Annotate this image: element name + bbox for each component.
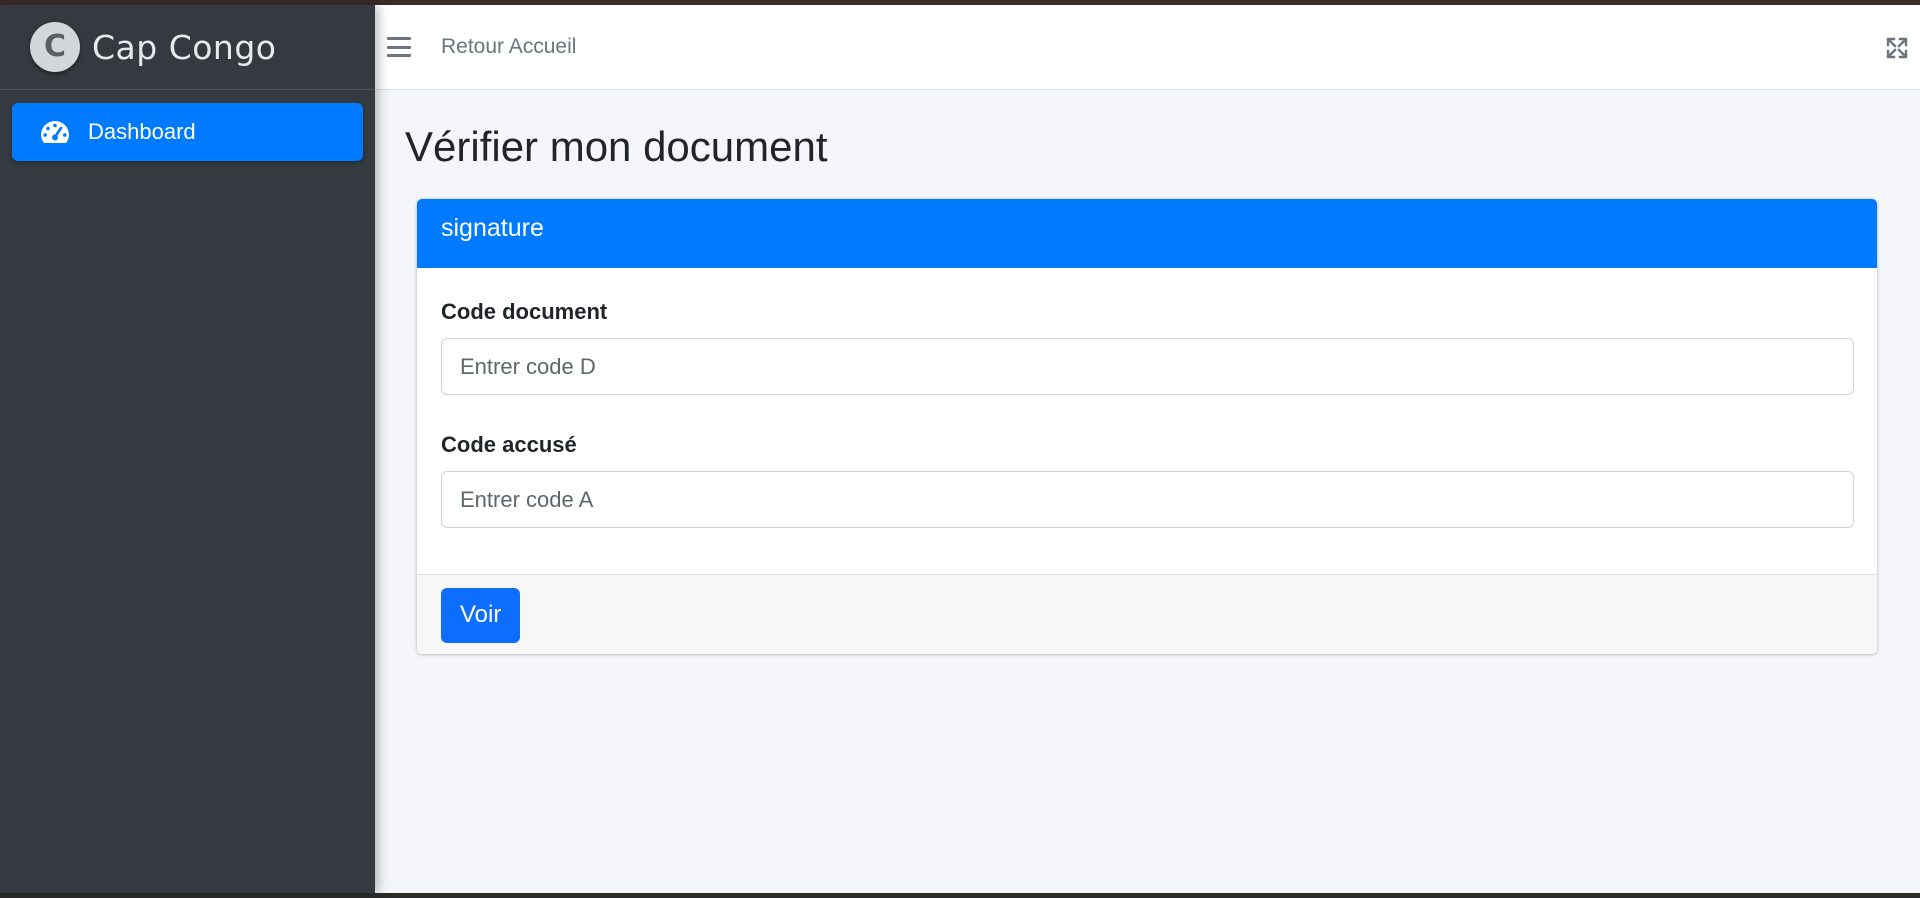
sidebar-item-label: Dashboard [88,119,196,144]
code-document-input[interactable] [441,338,1854,395]
form-group-code-document: Code document [441,298,1854,395]
brand-name: Cap Congo [92,27,277,67]
voir-button[interactable]: Voir [441,587,521,643]
card-footer: Voir [417,574,1877,654]
bottom-edge [0,893,1920,898]
expand-icon[interactable] [1886,37,1908,59]
page-title: Vérifier mon document [405,123,828,170]
brand-link[interactable]: C Cap Congo [0,5,375,90]
form-group-code-accuse: Code accusé [441,431,1854,528]
hamburger-icon[interactable] [387,37,411,57]
sidebar: C Cap Congo Dashboard [0,5,375,893]
main-content: Retour Accueil Vérifier mon document sig… [375,5,1920,893]
home-link[interactable]: Retour Accueil [441,35,576,59]
code-accuse-input[interactable] [441,471,1854,528]
code-document-label: Code document [441,299,608,324]
card-header: signature [417,199,1877,268]
top-navbar: Retour Accueil [375,5,1920,90]
sidebar-nav: Dashboard [0,103,375,161]
tachometer-icon [40,120,70,144]
brand-logo-letter: C [43,29,67,64]
code-accuse-label: Code accusé [441,432,577,457]
sidebar-item-dashboard[interactable]: Dashboard [12,103,363,161]
brand-logo: C [30,22,80,72]
app-window: C Cap Congo Dashboard Retour Accueil Vér… [0,5,1920,893]
card-body: Code document Code accusé [417,268,1877,574]
verify-card: signature Code document Code accusé Voir [417,199,1877,654]
